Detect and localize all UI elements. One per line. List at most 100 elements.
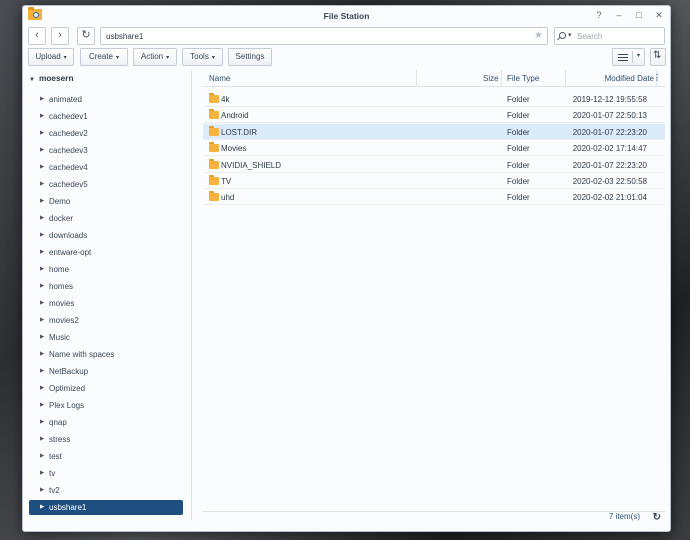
tree-item[interactable]: ▶ stress xyxy=(29,432,183,447)
tree-item[interactable]: ▶ movies xyxy=(29,296,183,311)
collapsed-arrow-icon[interactable]: ▶ xyxy=(40,330,44,345)
upload-caret-icon: ▾ xyxy=(63,55,67,61)
collapsed-arrow-icon[interactable]: ▶ xyxy=(40,211,44,226)
tree-item[interactable]: ▶ Demo xyxy=(29,194,183,209)
folder-icon xyxy=(209,191,219,202)
tree-item[interactable]: ▶ qnap xyxy=(29,415,183,430)
view-divider xyxy=(632,51,633,63)
collapsed-arrow-icon[interactable]: ▶ xyxy=(40,143,44,158)
collapsed-arrow-icon[interactable]: ▶ xyxy=(40,398,44,413)
file-type: Folder xyxy=(507,177,530,186)
collapsed-arrow-icon[interactable]: ▶ xyxy=(40,245,44,260)
back-button[interactable]: ‹ xyxy=(28,27,46,45)
tree-root[interactable]: ▼ moesern xyxy=(29,73,74,83)
collapsed-arrow-icon[interactable]: ▶ xyxy=(40,432,44,447)
maximize-button[interactable]: □ xyxy=(634,10,644,20)
column-header-modified[interactable]: Modified Date xyxy=(605,74,654,83)
refresh-button[interactable]: ↻ xyxy=(77,27,95,45)
file-station-window: File Station ? – □ ✕ ‹ › ↻ usbshare1 ★ ▾… xyxy=(22,5,671,532)
collapsed-arrow-icon[interactable]: ▶ xyxy=(40,449,44,464)
table-row[interactable]: LOST.DIR Folder 2020-01-07 22:23:20 xyxy=(203,123,665,140)
tree-item[interactable]: ▶ home xyxy=(29,262,183,277)
collapsed-arrow-icon[interactable]: ▶ xyxy=(40,160,44,175)
file-modified-date: 2019-12-12 19:55:58 xyxy=(572,95,647,104)
tree-item[interactable]: ▶ usbshare1 xyxy=(29,500,183,515)
tree-item[interactable]: ▶ docker xyxy=(29,211,183,226)
tree-item[interactable]: ▶ cachedev2 xyxy=(29,126,183,141)
collapsed-arrow-icon[interactable]: ▶ xyxy=(40,109,44,124)
table-row[interactable]: NVIDIA_SHIELD Folder 2020-01-07 22:23:20 xyxy=(203,157,665,173)
column-divider xyxy=(565,70,566,86)
collapsed-arrow-icon[interactable]: ▶ xyxy=(40,279,44,294)
settings-button[interactable]: Settings xyxy=(228,48,272,66)
collapsed-arrow-icon[interactable]: ▶ xyxy=(40,313,44,328)
file-modified-date: 2020-02-02 17:14:47 xyxy=(572,144,647,154)
action-caret-icon: ▾ xyxy=(166,55,170,61)
table-row[interactable]: uhd Folder 2020-02-02 21:01:04 xyxy=(203,189,665,206)
tree-item[interactable]: ▶ cachedev1 xyxy=(29,109,183,124)
expanded-arrow-icon[interactable]: ▼ xyxy=(29,77,35,83)
view-caret-icon[interactable]: ▾ xyxy=(637,52,640,59)
collapsed-arrow-icon[interactable]: ▶ xyxy=(40,296,44,311)
tree-item[interactable]: ▶ cachedev3 xyxy=(29,143,183,158)
collapsed-arrow-icon[interactable]: ▶ xyxy=(40,415,44,430)
list-view-icon xyxy=(618,54,628,61)
file-type: Folder xyxy=(507,95,530,104)
view-mode-button[interactable]: ▾ xyxy=(612,48,645,66)
collapsed-arrow-icon[interactable]: ▶ xyxy=(40,381,44,396)
collapsed-arrow-icon[interactable]: ▶ xyxy=(40,92,44,107)
tree-item[interactable]: ▶ NetBackup xyxy=(29,364,183,379)
create-button[interactable]: Create ▾ xyxy=(80,48,128,66)
table-row[interactable]: TV Folder 2020-02-03 22:50:58 xyxy=(203,173,665,189)
collapsed-arrow-icon[interactable]: ▶ xyxy=(40,347,44,362)
tree-item[interactable]: ▶ cachedev4 xyxy=(29,160,183,175)
refresh-list-icon[interactable]: ↻ xyxy=(653,512,661,523)
tree-item[interactable]: ▶ Name with spaces xyxy=(29,347,183,362)
tree-item[interactable]: ▶ tv2 xyxy=(29,483,183,498)
forward-button[interactable]: › xyxy=(51,27,69,45)
collapsed-arrow-icon[interactable]: ▶ xyxy=(40,466,44,481)
collapsed-arrow-icon[interactable]: ▶ xyxy=(40,483,44,498)
tree-item[interactable]: ▶ test xyxy=(29,449,183,464)
window-title: File Station xyxy=(323,11,370,21)
tree-item[interactable]: ▶ movies2 xyxy=(29,313,183,328)
search-input[interactable]: ▾ Search xyxy=(554,27,665,45)
collapsed-arrow-icon[interactable]: ▶ xyxy=(40,262,44,277)
tree-item[interactable]: ▶ downloads xyxy=(29,228,183,243)
tree-item[interactable]: ▶ homes xyxy=(29,279,183,294)
tree-item[interactable]: ▶ tv xyxy=(29,466,183,481)
collapsed-arrow-icon[interactable]: ▶ xyxy=(40,500,44,515)
table-row[interactable]: 4k Folder 2019-12-12 19:55:58 xyxy=(203,91,665,107)
tree-item[interactable]: ▶ Plex Logs xyxy=(29,398,183,413)
collapsed-arrow-icon[interactable]: ▶ xyxy=(40,126,44,141)
table-row[interactable]: Movies Folder 2020-02-02 17:14:47 xyxy=(203,140,665,157)
path-input[interactable]: usbshare1 ★ xyxy=(100,27,548,45)
search-options-caret-icon[interactable]: ▾ xyxy=(568,31,572,39)
table-row[interactable]: Android Folder 2020-01-07 22:50:13 xyxy=(203,107,665,124)
action-button[interactable]: Action ▾ xyxy=(133,48,177,66)
column-divider xyxy=(501,70,502,86)
tools-button[interactable]: Tools ▾ xyxy=(182,48,223,66)
collapsed-arrow-icon[interactable]: ▶ xyxy=(40,228,44,243)
file-modified-date: 2020-02-02 21:01:04 xyxy=(572,193,647,203)
minimize-button[interactable]: – xyxy=(614,10,624,20)
sort-button[interactable]: ⇅ xyxy=(650,48,666,66)
close-button[interactable]: ✕ xyxy=(654,10,664,20)
tree-item[interactable]: ▶ entware-opt xyxy=(29,245,183,260)
tree-item[interactable]: ▶ Optimized xyxy=(29,381,183,396)
column-header-type[interactable]: File Type xyxy=(507,74,539,83)
collapsed-arrow-icon[interactable]: ▶ xyxy=(40,364,44,379)
collapsed-arrow-icon[interactable]: ▶ xyxy=(40,194,44,209)
favorite-star-icon[interactable]: ★ xyxy=(534,30,543,41)
tree-item[interactable]: ▶ Music xyxy=(29,330,183,345)
column-menu-icon[interactable]: ⋮ xyxy=(653,73,661,82)
tree-item[interactable]: ▶ cachedev5 xyxy=(29,177,183,192)
tree-item-label: cachedev1 xyxy=(49,112,88,121)
collapsed-arrow-icon[interactable]: ▶ xyxy=(40,177,44,192)
column-header-name[interactable]: Name xyxy=(209,74,230,83)
column-header-size[interactable]: Size xyxy=(483,74,499,83)
upload-button[interactable]: Upload ▾ xyxy=(28,48,74,66)
help-button[interactable]: ? xyxy=(594,10,604,20)
tree-item[interactable]: ▶ animated xyxy=(29,92,183,107)
file-modified-date: 2020-02-03 22:50:58 xyxy=(572,177,647,186)
